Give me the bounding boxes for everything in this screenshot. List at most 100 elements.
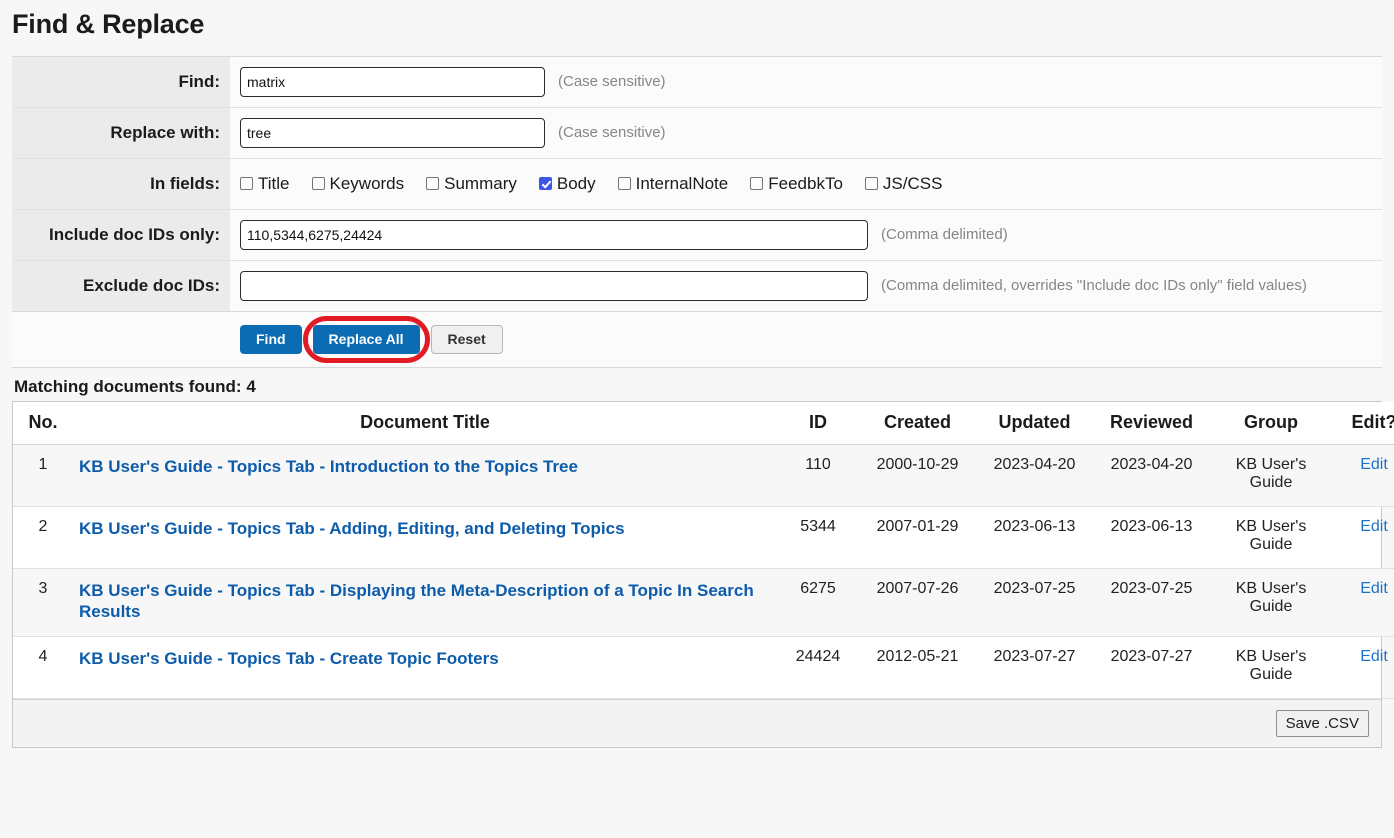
results-table-head: No. Document Title ID Created Updated Re… — [13, 401, 1394, 445]
cell-id-text: 6275 — [800, 579, 836, 597]
checkbox-unchecked-icon[interactable] — [240, 177, 253, 191]
edit-link[interactable]: Edit — [1360, 518, 1388, 535]
replace-input[interactable] — [240, 117, 545, 148]
cell-no-text: 3 — [38, 579, 48, 597]
cell-reviewed: 2023-07-27 — [1093, 636, 1210, 700]
document-title-link[interactable]: KB User's Guide - Topics Tab - Create To… — [79, 649, 499, 668]
include-ids-row: Include doc IDs only: (Comma delimited) — [12, 209, 1382, 261]
cell-id: 5344 — [777, 506, 859, 569]
checkbox-checked-icon[interactable] — [538, 177, 552, 191]
find-input[interactable] — [240, 66, 545, 97]
cell-group-text: KB User's Guide — [1235, 579, 1307, 615]
cell-created-text: 2012-05-21 — [876, 648, 959, 666]
include-ids-label: Include doc IDs only: — [12, 209, 230, 260]
in-fields-label: In fields: — [12, 158, 230, 209]
results-table: No. Document Title ID Created Updated Re… — [13, 401, 1394, 700]
cell-created: 2000-10-29 — [859, 444, 976, 507]
results-summary: Matching documents found: 4 — [14, 376, 256, 396]
cell-edit: Edit — [1332, 506, 1394, 569]
checkbox-title[interactable]: Title — [240, 174, 290, 194]
cell-reviewed-text: 2023-06-13 — [1110, 517, 1193, 535]
cell-no-text: 2 — [38, 517, 48, 535]
cell-reviewed-text: 2023-07-27 — [1110, 648, 1193, 666]
edit-link[interactable]: Edit — [1360, 648, 1388, 665]
cell-reviewed-text: 2023-07-25 — [1110, 579, 1193, 597]
checkbox-unchecked-icon[interactable] — [864, 177, 878, 191]
cell-updated: 2023-06-13 — [976, 506, 1093, 569]
col-header-no: No. — [13, 401, 73, 445]
reset-button[interactable]: Reset — [430, 324, 503, 354]
replace-all-button[interactable]: Replace All — [312, 324, 420, 354]
in-fields-checkbox-group: Title Keywords Summary Body InternalNote Feed… — [240, 174, 964, 194]
col-header-group: Group — [1210, 401, 1332, 445]
cell-no: 3 — [13, 568, 73, 638]
find-label: Find: — [12, 56, 230, 107]
cell-title: KB User's Guide - Topics Tab - Introduct… — [73, 444, 777, 507]
replace-hint: (Case sensitive) — [558, 124, 666, 142]
cell-no: 2 — [13, 506, 73, 569]
in-fields-row: In fields: Title Keywords Summary Body Inter… — [12, 158, 1382, 210]
col-header-created: Created — [859, 401, 976, 445]
cell-edit: Edit — [1332, 636, 1394, 700]
cell-reviewed-text: 2023-04-20 — [1110, 455, 1193, 473]
cell-id-text: 110 — [805, 455, 831, 473]
results-table-footer: Save .CSV — [13, 699, 1381, 748]
exclude-ids-label: Exclude doc IDs: — [12, 260, 230, 311]
cell-no-text: 4 — [38, 648, 48, 666]
cell-updated-text: 2023-07-25 — [993, 579, 1076, 597]
document-title-link[interactable]: KB User's Guide - Topics Tab - Adding, E… — [79, 519, 625, 538]
col-header-reviewed: Reviewed — [1093, 401, 1210, 445]
find-row: Find: (Case sensitive) — [12, 56, 1382, 108]
cell-updated-text: 2023-04-20 — [993, 455, 1076, 473]
checkbox-label: JS/CSS — [882, 173, 943, 193]
table-header-row: No. Document Title ID Created Updated Re… — [13, 401, 1394, 445]
find-control: (Case sensitive) — [230, 56, 1382, 107]
table-row: 2 KB User's Guide - Topics Tab - Adding, … — [13, 506, 1394, 569]
col-header-edit: Edit? — [1332, 401, 1394, 445]
cell-group: KB User's Guide — [1210, 444, 1332, 507]
save-csv-button[interactable]: Save .CSV — [1275, 710, 1369, 738]
checkbox-summary[interactable]: Summary — [426, 174, 517, 194]
cell-group-text: KB User's Guide — [1235, 517, 1307, 553]
table-row: 4 KB User's Guide - Topics Tab - Create T… — [13, 636, 1394, 700]
cell-no: 4 — [13, 636, 73, 700]
cell-id: 6275 — [777, 568, 859, 638]
find-replace-page: Find & Replace Find: (Case sensitive) Re… — [0, 0, 1394, 838]
checkbox-unchecked-icon[interactable] — [750, 177, 764, 191]
exclude-ids-input[interactable] — [240, 270, 868, 301]
checkbox-unchecked-icon[interactable] — [311, 177, 325, 191]
checkbox-label: Title — [258, 173, 290, 193]
table-row: 3 KB User's Guide - Topics Tab - Displayi… — [13, 568, 1394, 638]
cell-reviewed: 2023-07-25 — [1093, 568, 1210, 638]
col-header-id: ID — [777, 401, 859, 445]
cell-edit: Edit — [1332, 444, 1394, 507]
checkbox-body[interactable]: Body — [538, 174, 596, 194]
include-ids-input[interactable] — [240, 219, 868, 250]
cell-created-text: 2007-07-26 — [876, 579, 959, 597]
checkbox-js-css[interactable]: JS/CSS — [864, 173, 943, 194]
cell-updated: 2023-07-25 — [976, 568, 1093, 638]
find-replace-form: Find: (Case sensitive) Replace with: (Ca… — [12, 55, 1382, 312]
find-button[interactable]: Find — [240, 324, 302, 354]
checkbox-unchecked-icon[interactable] — [426, 177, 440, 191]
cell-reviewed: 2023-06-13 — [1093, 506, 1210, 569]
col-header-title: Document Title — [73, 401, 777, 445]
cell-updated: 2023-04-20 — [976, 444, 1093, 507]
checkbox-unchecked-icon[interactable] — [617, 177, 631, 191]
cell-id-text: 24424 — [795, 648, 841, 666]
cell-title: KB User's Guide - Topics Tab - Adding, E… — [73, 506, 777, 569]
cell-created-text: 2000-10-29 — [876, 455, 959, 473]
document-title-link[interactable]: KB User's Guide - Topics Tab - Introduct… — [79, 457, 578, 476]
cell-edit: Edit — [1332, 568, 1394, 638]
checkbox-label: FeedbkTo — [768, 173, 843, 193]
checkbox-internalnote[interactable]: InternalNote — [617, 174, 728, 194]
find-hint: (Case sensitive) — [558, 73, 666, 91]
edit-link[interactable]: Edit — [1360, 456, 1388, 473]
col-header-updated: Updated — [976, 401, 1093, 445]
document-title-link[interactable]: KB User's Guide - Topics Tab - Displayin… — [79, 581, 754, 621]
checkbox-feedbkto[interactable]: FeedbkTo — [750, 174, 843, 194]
in-fields-control: Title Keywords Summary Body InternalNote Feed… — [230, 158, 1382, 209]
cell-no: 1 — [13, 444, 73, 507]
checkbox-keywords[interactable]: Keywords — [311, 174, 404, 194]
edit-link[interactable]: Edit — [1360, 580, 1388, 597]
